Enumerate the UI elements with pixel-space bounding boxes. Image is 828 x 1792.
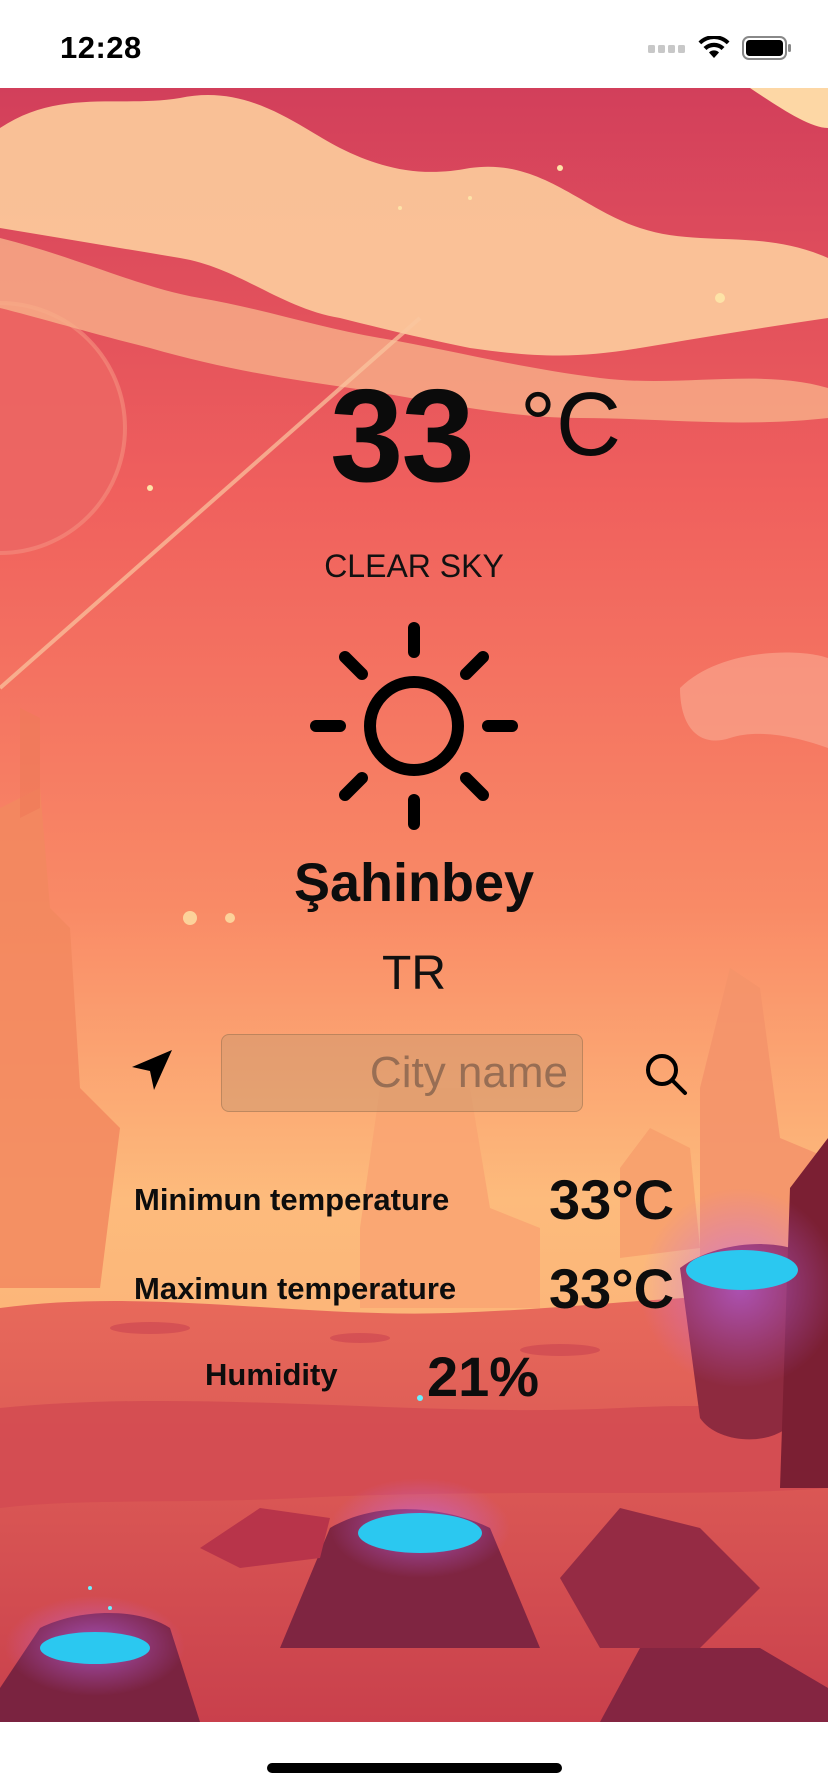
home-indicator-area bbox=[0, 1722, 828, 1792]
city-search-input[interactable] bbox=[221, 1034, 583, 1112]
status-bar: 12:28 bbox=[0, 0, 828, 88]
location-button[interactable] bbox=[124, 1042, 180, 1098]
humidity-value: 21% bbox=[427, 1345, 540, 1408]
status-time: 12:28 bbox=[60, 30, 142, 65]
signal-icon bbox=[648, 45, 685, 53]
weather-condition: CLEAR SKY bbox=[324, 548, 504, 584]
temperature-value: 33 bbox=[330, 362, 475, 509]
wifi-icon bbox=[698, 36, 730, 58]
status-icons bbox=[648, 34, 792, 62]
search-icon bbox=[646, 1054, 687, 1095]
max-temperature-value: 33°C bbox=[549, 1257, 675, 1320]
search-button[interactable] bbox=[640, 1048, 692, 1100]
temperature-unit: °C bbox=[520, 375, 621, 475]
max-temperature-label: Maximun temperature bbox=[134, 1271, 457, 1306]
sun-icon bbox=[310, 622, 518, 830]
weather-screen: 12:28 33 °C CLEAR SKY Şahinbey TR City n… bbox=[0, 0, 828, 1792]
min-temperature-label: Minimun temperature bbox=[134, 1182, 450, 1217]
home-indicator[interactable] bbox=[267, 1763, 562, 1773]
humidity-label: Humidity bbox=[205, 1357, 338, 1392]
min-temperature-value: 33°C bbox=[549, 1168, 675, 1231]
city-name: Şahinbey bbox=[293, 853, 535, 913]
battery-icon bbox=[742, 36, 791, 60]
country-code: TR bbox=[382, 947, 446, 1000]
location-arrow-icon bbox=[132, 1050, 172, 1090]
